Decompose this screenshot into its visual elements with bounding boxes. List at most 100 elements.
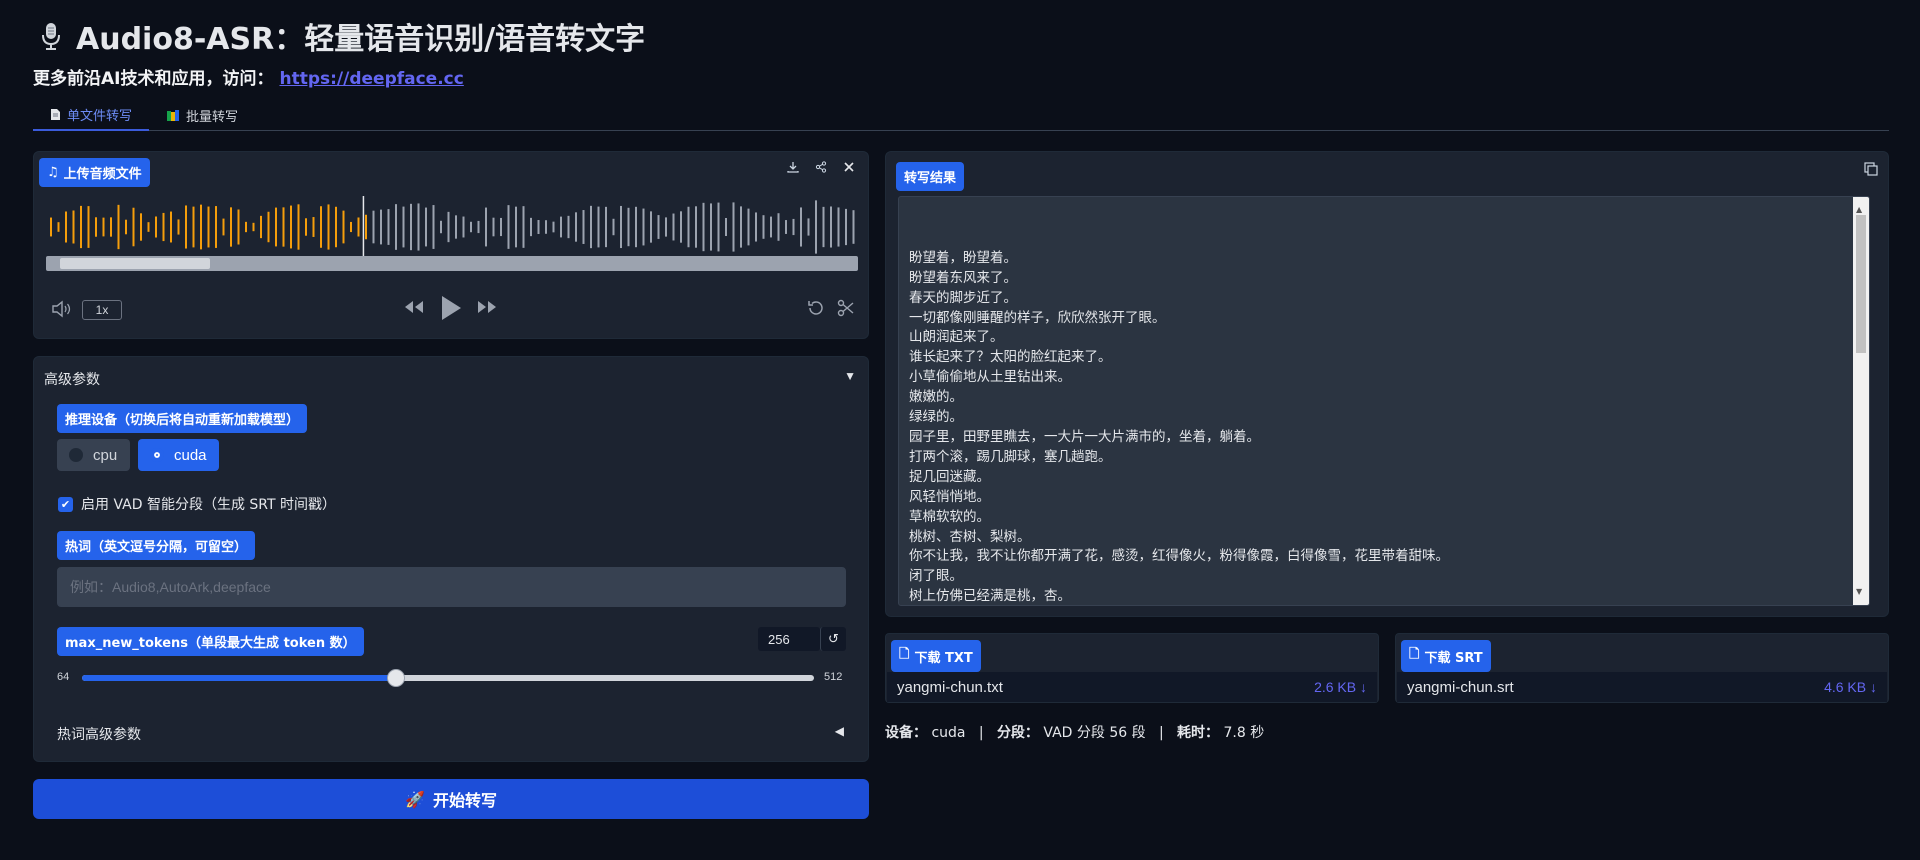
- waveform-bar: [185, 205, 187, 249]
- playback-rate-button[interactable]: 1x: [82, 300, 122, 320]
- waveform-bar: [102, 217, 105, 237]
- waveform-bar: [252, 222, 255, 232]
- result-textarea[interactable]: 盼望着，盼望着。 盼望着东风来了。 春天的脚步近了。 一切都像刚睡醒的样子，欣欣…: [898, 196, 1870, 606]
- waveform-bar: [747, 208, 750, 246]
- status-separator: |: [1158, 725, 1164, 741]
- slider-max-label: 512: [824, 671, 843, 683]
- playhead[interactable]: [362, 196, 365, 258]
- waveform-bar: [612, 218, 615, 236]
- waveform-bar: [65, 211, 67, 243]
- rewind-icon[interactable]: [402, 296, 426, 318]
- waveform-bar: [470, 221, 472, 233]
- waveform-bar: [830, 206, 832, 248]
- waveform-bar: [815, 200, 817, 254]
- waveform-bar: [485, 207, 487, 247]
- waveform-bar: [312, 217, 315, 237]
- waveform-bar: [695, 206, 697, 248]
- waveform-bar: [125, 219, 127, 235]
- waveform-bar: [117, 204, 120, 250]
- waveform-bar: [605, 206, 607, 248]
- document-icon: [51, 109, 60, 120]
- download-srt-file[interactable]: yangmi-chun.srt 4.6 KB ↓: [1397, 672, 1887, 702]
- file-size[interactable]: 2.6 KB ↓: [1314, 679, 1367, 695]
- waveform-bar: [80, 205, 82, 249]
- waveform-bar: [335, 206, 337, 248]
- waveform-bar: [305, 218, 307, 236]
- reset-icon[interactable]: [806, 298, 826, 318]
- waveform-bar: [455, 215, 457, 239]
- waveform-bar: [425, 207, 427, 247]
- waveform-bar: [170, 211, 172, 243]
- waveform-bar: [710, 203, 712, 251]
- share-icon[interactable]: [812, 158, 830, 176]
- tab-label: 批量转写: [186, 110, 239, 125]
- collapse-arrow-icon[interactable]: ▼: [844, 369, 856, 383]
- waveform-bar: [147, 222, 150, 232]
- waveform-bar: [380, 209, 382, 245]
- file-size[interactable]: 4.6 KB ↓: [1824, 679, 1877, 695]
- play-icon[interactable]: [439, 294, 463, 322]
- tab-batch[interactable]: 批量转写: [149, 100, 255, 131]
- radio-dot-selected: [150, 448, 164, 462]
- waveform-bar: [290, 205, 292, 249]
- tab-single-file[interactable]: 单文件转写: [33, 100, 150, 131]
- audio-label-text: 上传音频文件: [63, 167, 142, 182]
- download-icon[interactable]: [784, 158, 802, 176]
- waveform-bar: [350, 221, 352, 233]
- waveform-bar: [680, 211, 682, 243]
- deepface-link[interactable]: https://deepface.cc: [279, 69, 463, 89]
- waveform-bar: [275, 207, 277, 247]
- vad-checkbox-row[interactable]: ✔ 启用 VAD 智能分段（生成 SRT 时间戳）: [58, 494, 336, 514]
- waveform-scrollbar[interactable]: [46, 256, 858, 271]
- app-title: Audio8-ASR：轻量语音识别/语音转文字: [40, 16, 645, 57]
- volume-icon[interactable]: [50, 298, 72, 320]
- scroll-down-icon[interactable]: ▼: [1856, 582, 1862, 602]
- start-transcribe-button[interactable]: 🚀 开始转写: [33, 779, 869, 819]
- waveform-bar: [132, 207, 135, 247]
- waveform-bar: [72, 210, 75, 244]
- status-time-value: 7.8 秒: [1223, 725, 1265, 741]
- slider-fill: [82, 675, 396, 681]
- waveform-bar: [545, 220, 547, 234]
- scrollbar-thumb[interactable]: [1856, 215, 1866, 353]
- waveform-bar: [320, 206, 322, 248]
- waveform-bar: [417, 203, 420, 251]
- advanced-params-header[interactable]: 高级参数: [44, 369, 100, 389]
- audio-toolbar: [784, 158, 858, 176]
- hotwords-input[interactable]: [57, 567, 846, 607]
- checkbox-checked-icon[interactable]: ✔: [58, 496, 73, 512]
- waveform-bar: [245, 221, 247, 233]
- download-txt-label: 🗋 下载 TXT: [891, 640, 981, 672]
- radio-dot: [69, 448, 83, 462]
- result-scrollbar[interactable]: ▲ ▼: [1853, 197, 1869, 605]
- file-name[interactable]: yangmi-chun.txt: [897, 679, 1003, 696]
- subtitle-text: 更多前沿AI技术和应用，访问：: [33, 69, 274, 89]
- close-icon[interactable]: [840, 158, 858, 176]
- fast-forward-icon[interactable]: [475, 296, 499, 318]
- scissors-icon[interactable]: [836, 298, 856, 318]
- subtitle: 更多前沿AI技术和应用，访问： https://deepface.cc: [33, 64, 464, 89]
- reset-value-icon[interactable]: ↺: [820, 627, 846, 651]
- max-tokens-slider[interactable]: [82, 669, 814, 687]
- download-txt-file[interactable]: yangmi-chun.txt 2.6 KB ↓: [887, 672, 1377, 702]
- tab-label: 单文件转写: [67, 109, 133, 124]
- waveform-bar: [222, 218, 225, 236]
- file-name[interactable]: yangmi-chun.srt: [1407, 679, 1514, 696]
- device-label: 推理设备（切换后将自动重新加载模型）: [57, 404, 308, 433]
- waveform-bar: [852, 210, 855, 244]
- device-option-cpu[interactable]: cpu: [57, 439, 130, 471]
- max-tokens-number-input[interactable]: 256: [758, 627, 820, 651]
- waveform-bar: [642, 208, 645, 246]
- hotword-advanced-header[interactable]: 热词高级参数: [57, 724, 141, 744]
- waveform[interactable]: [46, 196, 858, 258]
- slider-thumb[interactable]: [386, 669, 405, 687]
- waveform-scrollbar-thumb[interactable]: [60, 258, 210, 269]
- waveform-bar: [57, 222, 60, 232]
- waveform-bar: [665, 217, 667, 237]
- status-time-key: 耗时：: [1177, 725, 1220, 741]
- expand-arrow-icon[interactable]: ◀: [835, 724, 844, 738]
- copy-icon[interactable]: [1864, 162, 1878, 176]
- result-text: 盼望着，盼望着。 盼望着东风来了。 春天的脚步近了。 一切都像刚睡醒的样子，欣欣…: [909, 249, 1449, 605]
- device-option-cuda[interactable]: cuda: [138, 439, 219, 471]
- status-line: 设备： cuda | 分段： VAD 分段 56 段 | 耗时： 7.8 秒: [885, 722, 1264, 742]
